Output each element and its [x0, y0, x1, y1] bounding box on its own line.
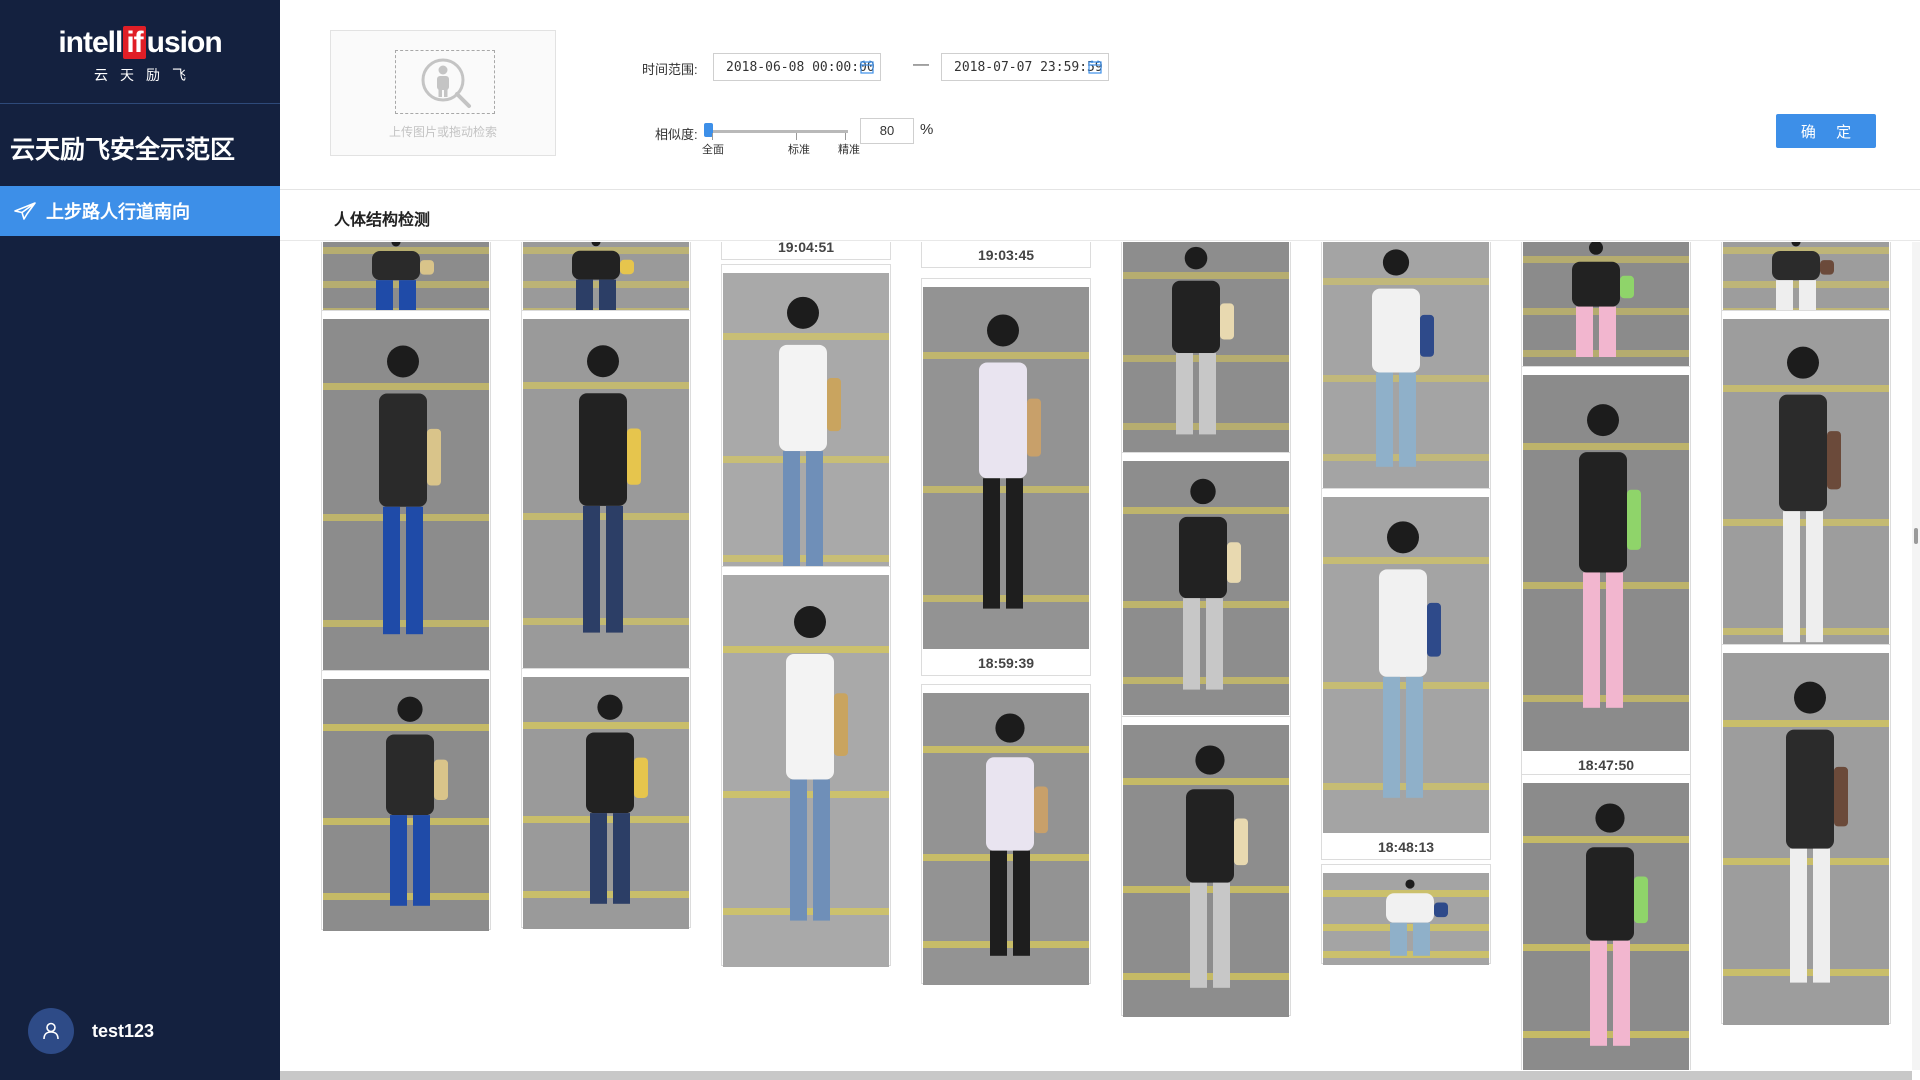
start-datetime-value: 2018-06-08 00:00:00	[726, 59, 875, 75]
result-card[interactable]: 18:53:49	[321, 310, 491, 700]
capture-time: 18:47:50	[1577, 757, 1635, 773]
slider-tick-label: 全面	[702, 144, 724, 156]
percent-sign: %	[920, 121, 934, 138]
person-photo[interactable]	[323, 319, 489, 673]
person-photo[interactable]	[1323, 242, 1489, 493]
user-profile[interactable]: test123	[28, 1008, 154, 1054]
logo-text-post: usion	[146, 26, 223, 59]
capture-time: 19:03:45	[977, 247, 1035, 263]
person-photo[interactable]	[723, 575, 889, 967]
result-card[interactable]	[721, 566, 891, 967]
calendar-icon[interactable]	[860, 60, 874, 74]
slider-tick-label: 标准	[788, 144, 810, 156]
result-card[interactable]: 19:04:51	[721, 242, 891, 260]
person-photo[interactable]	[1723, 653, 1889, 1025]
result-card[interactable]	[921, 684, 1091, 985]
logo-text-if: if	[123, 26, 146, 59]
brand-logo: intell if usion 云天励飞	[0, 0, 280, 104]
capture-time: 18:59:39	[977, 655, 1035, 671]
vertical-scrollbar[interactable]	[1912, 242, 1920, 1070]
result-card[interactable]: 18:52:37	[521, 310, 691, 698]
result-card[interactable]	[321, 670, 491, 931]
upload-hint: 上传图片或拖动检索	[388, 125, 497, 139]
divider	[280, 240, 1920, 241]
slider-tick-label: 精准	[838, 144, 860, 156]
person-photo[interactable]	[1323, 873, 1489, 965]
similarity-label: 相似度:	[655, 127, 698, 142]
result-card[interactable]: 18:48:30	[1321, 242, 1491, 520]
person-photo[interactable]	[1723, 319, 1889, 683]
result-card[interactable]	[1121, 716, 1291, 1017]
person-photo[interactable]	[1123, 461, 1289, 715]
username: test123	[92, 1020, 155, 1041]
end-datetime-value: 2018-07-07 23:59:59	[954, 59, 1103, 75]
section-title: 人体结构检测	[334, 212, 431, 229]
end-datetime-input[interactable]: 2018-07-07 23:59:59	[941, 53, 1109, 81]
confirm-button[interactable]: 确 定	[1776, 114, 1876, 148]
results-grid: 18:59:23 18:53:49 18:53:37 18:52:37	[280, 242, 1912, 1070]
search-panel: 上传图片或拖动检索 时间范围: 2018-06-08 00:00:00 — 20…	[280, 0, 1920, 190]
nav-item-shangbu-road[interactable]: 上步路人行道南向	[0, 186, 280, 236]
result-card[interactable]	[1721, 644, 1891, 1025]
person-photo[interactable]	[1123, 725, 1289, 1017]
person-search-icon	[421, 58, 471, 108]
person-photo[interactable]	[723, 273, 889, 605]
send-icon	[14, 202, 36, 220]
result-card[interactable]: 18:48:13	[1321, 488, 1491, 860]
slider-tick	[712, 133, 713, 140]
user-icon	[43, 1022, 59, 1040]
person-photo[interactable]	[1523, 242, 1689, 371]
person-photo[interactable]	[1123, 242, 1289, 457]
capture-time: 19:04:51	[777, 242, 835, 255]
person-photo[interactable]	[1523, 375, 1689, 751]
scrollbar-thumb[interactable]	[1914, 528, 1918, 544]
similarity-slider[interactable]	[708, 130, 848, 133]
person-photo[interactable]	[523, 319, 689, 671]
site-title: 云天励飞安全示范区	[10, 136, 236, 164]
result-card[interactable]: 19:03:45	[921, 242, 1091, 268]
result-card[interactable]: 18:48:16	[1121, 452, 1291, 742]
result-card[interactable]	[1521, 774, 1691, 1070]
person-photo[interactable]	[1523, 783, 1689, 1070]
avatar[interactable]	[28, 1008, 74, 1054]
logo-text-pre: intell	[58, 26, 123, 59]
start-datetime-input[interactable]: 2018-06-08 00:00:00	[713, 53, 881, 81]
result-card[interactable]: 18:47:50	[1521, 366, 1691, 778]
result-card[interactable]: 18:48:32	[1121, 242, 1291, 484]
image-upload-area[interactable]: 上传图片或拖动检索	[330, 30, 556, 156]
calendar-icon[interactable]	[1088, 60, 1102, 74]
range-separator: —	[913, 56, 929, 73]
result-card[interactable]	[1321, 864, 1491, 965]
similarity-input[interactable]: 80	[860, 118, 914, 144]
sidebar: intell if usion 云天励飞 云天励飞安全示范区 上步路人行道南向 te…	[0, 0, 280, 1080]
upload-dropzone[interactable]	[395, 50, 495, 114]
person-photo[interactable]	[1323, 497, 1489, 833]
time-range-label: 时间范围:	[642, 62, 698, 77]
result-card[interactable]	[521, 668, 691, 929]
logo-subtitle: 云天励飞	[94, 67, 198, 83]
person-photo[interactable]	[323, 679, 489, 931]
person-photo[interactable]	[923, 287, 1089, 649]
capture-time: 18:48:13	[1377, 839, 1435, 855]
horizontal-scrollbar[interactable]	[280, 1071, 1912, 1080]
person-photo[interactable]	[923, 693, 1089, 985]
logo-wordmark: intell if usion	[0, 26, 280, 60]
nav-item-label: 上步路人行道南向	[46, 202, 190, 222]
slider-tick	[845, 133, 846, 140]
result-card[interactable]: 18:59:39	[921, 278, 1091, 676]
slider-tick	[796, 133, 797, 140]
person-photo[interactable]	[523, 677, 689, 929]
